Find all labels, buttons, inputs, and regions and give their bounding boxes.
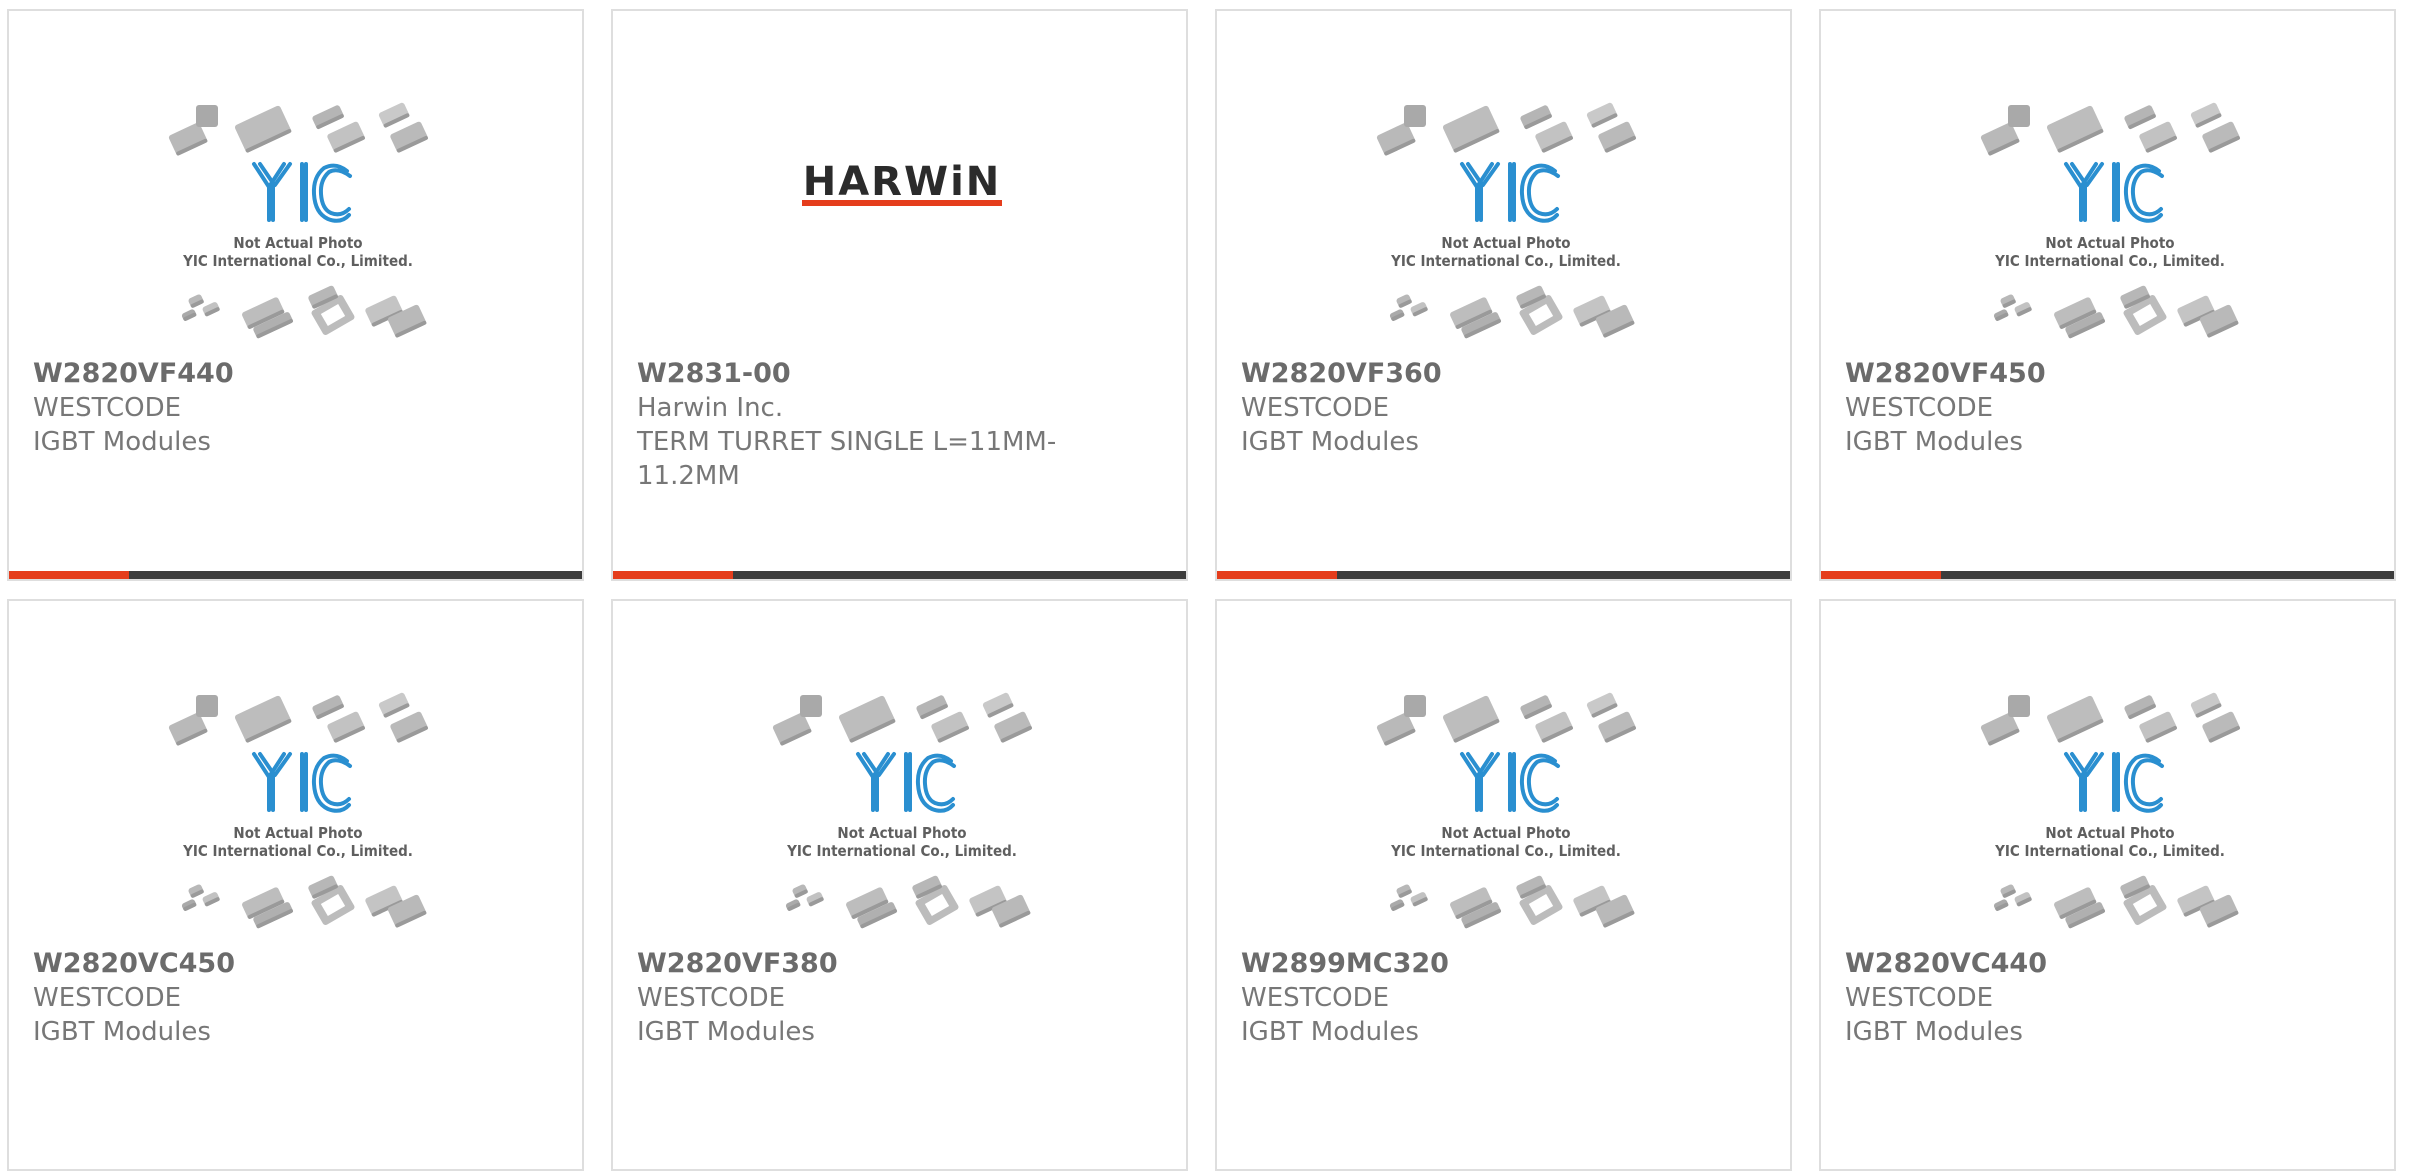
manufacturer: WESTCODE <box>1845 983 1994 1013</box>
manufacturer: WESTCODE <box>637 983 786 1013</box>
card-bar-accent <box>1217 571 1338 579</box>
product-info: W2820VC440 WESTCODE IGBT Modules <box>1845 947 2265 1049</box>
part-number-link[interactable]: W2820VF450 <box>1845 357 2265 391</box>
product-description: IGBT Modules <box>1241 1017 1419 1047</box>
card-bar-accent <box>9 571 130 579</box>
product-info: W2820VC450 WESTCODE IGBT Modules <box>33 947 453 1049</box>
yic-logo-icon <box>252 752 352 813</box>
product-description: IGBT Modules <box>637 1017 815 1047</box>
chip-icon <box>1404 695 1426 717</box>
chip-icon <box>196 695 218 717</box>
yic-logo-icon <box>2064 162 2164 223</box>
product-description: TERM TURRET SINGLE L=11MM-11.2MM <box>637 427 1057 491</box>
svg-text:YIC International Co., Limited: YIC International Co., Limited. <box>1994 252 2225 270</box>
manufacturer-logo-image: HARWiN <box>615 13 1186 343</box>
part-number-link[interactable]: W2831-00 <box>637 357 1057 391</box>
svg-text:Not Actual Photo: Not Actual Photo <box>2045 824 2174 842</box>
yic-logo-icon <box>1460 162 1560 223</box>
product-description: IGBT Modules <box>1845 1017 2023 1047</box>
product-card[interactable]: Not Actual Photo YIC International Co., L… <box>611 599 1188 1171</box>
card-bottom-bar <box>1217 571 1790 579</box>
product-description: IGBT Modules <box>1241 427 1419 457</box>
chip-icon <box>800 695 822 717</box>
svg-text:Not Actual Photo: Not Actual Photo <box>233 824 362 842</box>
product-card[interactable]: Not Actual Photo YIC International Co., L… <box>7 599 584 1171</box>
manufacturer: WESTCODE <box>33 393 182 423</box>
product-description: IGBT Modules <box>33 1017 211 1047</box>
svg-text:YIC International Co., Limited: YIC International Co., Limited. <box>1390 842 1621 860</box>
part-number-link[interactable]: W2820VC450 <box>33 947 453 981</box>
product-image-placeholder: Not Actual Photo YIC International Co., L… <box>1219 603 1790 933</box>
svg-text:Not Actual Photo: Not Actual Photo <box>1441 824 1570 842</box>
manufacturer: WESTCODE <box>1241 983 1390 1013</box>
product-info: W2820VF380 WESTCODE IGBT Modules <box>637 947 1057 1049</box>
product-grid: Not Actual Photo YIC International Co., L… <box>0 0 2410 1171</box>
card-bar-accent <box>613 571 734 579</box>
chip-icon <box>196 105 218 127</box>
product-image-placeholder: Not Actual Photo YIC International Co., L… <box>11 603 582 933</box>
product-image-placeholder: Not Actual Photo YIC International Co., L… <box>1823 603 2394 933</box>
manufacturer: WESTCODE <box>1845 393 1994 423</box>
part-number-link[interactable]: W2899MC320 <box>1241 947 1661 981</box>
svg-text:Not Actual Photo: Not Actual Photo <box>837 824 966 842</box>
manufacturer: Harwin Inc. <box>637 393 784 423</box>
card-bottom-bar <box>613 571 1186 579</box>
manufacturer: WESTCODE <box>1241 393 1390 423</box>
card-bar-accent <box>1821 571 1942 579</box>
svg-text:Not Actual Photo: Not Actual Photo <box>2045 234 2174 252</box>
svg-text:YIC International Co., Limited: YIC International Co., Limited. <box>182 842 413 860</box>
product-info: W2820VF360 WESTCODE IGBT Modules <box>1241 357 1661 459</box>
product-card[interactable]: Not Actual Photo YIC International Co., L… <box>1819 599 2396 1171</box>
svg-text:HARWiN: HARWiN <box>803 159 1002 205</box>
product-info: W2899MC320 WESTCODE IGBT Modules <box>1241 947 1661 1049</box>
chip-icon <box>2008 695 2030 717</box>
card-bottom-bar <box>1821 571 2394 579</box>
svg-text:Not Actual Photo: Not Actual Photo <box>233 234 362 252</box>
product-image-placeholder: Not Actual Photo YIC International Co., L… <box>1219 13 1790 343</box>
svg-text:YIC International Co., Limited: YIC International Co., Limited. <box>182 252 413 270</box>
svg-text:YIC International Co., Limited: YIC International Co., Limited. <box>786 842 1017 860</box>
svg-text:Not Actual Photo: Not Actual Photo <box>1441 234 1570 252</box>
product-image-placeholder: Not Actual Photo YIC International Co., L… <box>11 13 582 343</box>
product-card[interactable]: Not Actual Photo YIC International Co., L… <box>1215 9 1792 581</box>
chip-icon <box>2008 105 2030 127</box>
yic-logo-icon <box>1460 752 1560 813</box>
product-info: W2820VF450 WESTCODE IGBT Modules <box>1845 357 2265 459</box>
product-card[interactable]: HARWiN W2831-00 Harwin Inc. TERM TURRET … <box>611 9 1188 581</box>
product-card[interactable]: Not Actual Photo YIC International Co., L… <box>1215 599 1792 1171</box>
product-description: IGBT Modules <box>33 427 211 457</box>
yic-logo-icon <box>856 752 956 813</box>
yic-logo-icon <box>252 162 352 223</box>
yic-logo-icon <box>2064 752 2164 813</box>
part-number-link[interactable]: W2820VF380 <box>637 947 1057 981</box>
svg-text:YIC International Co., Limited: YIC International Co., Limited. <box>1994 842 2225 860</box>
product-card[interactable]: Not Actual Photo YIC International Co., L… <box>1819 9 2396 581</box>
part-number-link[interactable]: W2820VC440 <box>1845 947 2265 981</box>
card-bottom-bar <box>9 571 582 579</box>
product-info: W2831-00 Harwin Inc. TERM TURRET SINGLE … <box>637 357 1057 493</box>
product-image-placeholder: Not Actual Photo YIC International Co., L… <box>615 603 1186 933</box>
product-image-placeholder: Not Actual Photo YIC International Co., L… <box>1823 13 2394 343</box>
product-description: IGBT Modules <box>1845 427 2023 457</box>
svg-text:YIC International Co., Limited: YIC International Co., Limited. <box>1390 252 1621 270</box>
manufacturer: WESTCODE <box>33 983 182 1013</box>
part-number-link[interactable]: W2820VF440 <box>33 357 453 391</box>
part-number-link[interactable]: W2820VF360 <box>1241 357 1661 391</box>
chip-icon <box>1404 105 1426 127</box>
product-card[interactable]: Not Actual Photo YIC International Co., L… <box>7 9 584 581</box>
product-info: W2820VF440 WESTCODE IGBT Modules <box>33 357 453 459</box>
